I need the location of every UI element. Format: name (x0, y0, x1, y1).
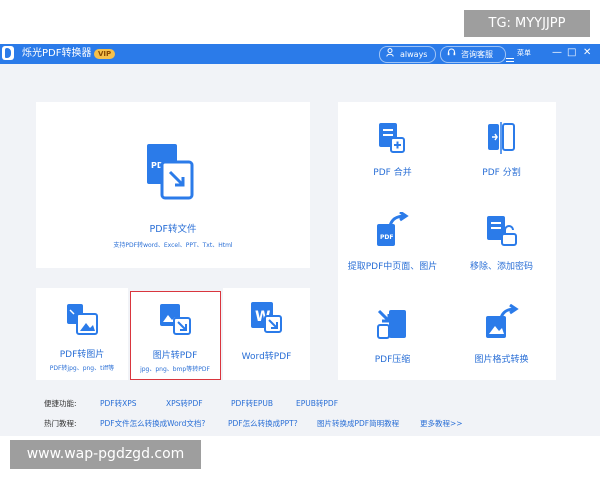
app-logo-icon (2, 46, 14, 60)
tool-description: jpg、png、bmp等转PDF (140, 366, 210, 373)
tutorials-row: 热门教程: PDF文件怎么转换成Word文档? PDF怎么转换成PPT? 图片转… (44, 418, 584, 430)
tool-extract-pages[interactable]: PDF 提取PDF中页面、图片 (338, 202, 447, 282)
tool-label: 图片格式转换 (474, 355, 529, 365)
minimize-button[interactable]: — (552, 46, 562, 60)
tool-label: PDF 合并 (373, 168, 412, 178)
shortcuts-label: 便捷功能: (44, 399, 77, 408)
lock-document-icon (485, 214, 519, 252)
tool-label: 提取PDF中页面、图片 (347, 262, 438, 272)
customer-service-label: 咨询客服 (461, 50, 493, 59)
title-bar: 烁光PDF转换器 VIP always 咨询客服 菜单 — □ ✕ (0, 44, 600, 65)
pdf-to-image-icon (65, 302, 99, 340)
tool-card-image-to-pdf[interactable]: 图片转PDF jpg、png、bmp等转PDF (130, 291, 221, 380)
tool-pdf-merge[interactable]: PDF 合并 (338, 102, 447, 190)
tool-card-pdf-to-file[interactable]: PDF PDF转文件 支持PDF转word、Excel、PPT、Txt、Html (36, 102, 310, 268)
image-to-pdf-icon (158, 302, 192, 340)
tool-description: PDF转jpg、png、tiff等 (49, 365, 115, 372)
compress-icon (376, 308, 408, 344)
user-icon (386, 47, 394, 62)
tool-pdf-compress[interactable]: PDF压缩 (338, 292, 447, 380)
close-button[interactable]: ✕ (583, 46, 591, 60)
app-title: 烁光PDF转换器 (22, 48, 92, 59)
tool-card-pdf-to-image[interactable]: PDF转图片 PDF转jpg、png、tiff等 (36, 288, 128, 380)
tutorial-link[interactable]: 图片转换成PDF简明教程 (317, 418, 399, 429)
tutorial-link[interactable]: 更多教程>> (420, 418, 463, 429)
shortcut-link[interactable]: EPUB转PDF (296, 398, 338, 409)
tool-pdf-split[interactable]: PDF 分割 (447, 102, 556, 190)
vip-badge[interactable]: VIP (94, 49, 116, 59)
shortcut-link[interactable]: XPS转PDF (166, 398, 203, 409)
tutorials-label: 热门教程: (44, 419, 77, 428)
tool-label: PDF转文件 (149, 224, 197, 235)
pdf-convert-icon: PDF (145, 142, 195, 204)
watermark-badge: www.wap-pgdzgd.com (10, 440, 201, 469)
menu-button[interactable]: 菜单 (506, 48, 548, 65)
user-account-button[interactable]: always (379, 46, 436, 63)
tool-label: PDF转图片 (59, 350, 105, 360)
image-convert-icon (483, 303, 519, 344)
maximize-button[interactable]: □ (567, 46, 576, 60)
tool-card-word-to-pdf[interactable]: W Word转PDF (223, 288, 310, 380)
tool-label: 图片转PDF (152, 351, 198, 361)
tool-label: 移除、添加密码 (469, 262, 533, 272)
pdf-split-icon (486, 122, 516, 158)
shortcut-link[interactable]: PDF转EPUB (231, 398, 273, 409)
extract-pages-icon: PDF (374, 210, 410, 252)
tutorial-link[interactable]: PDF文件怎么转换成Word文档? (100, 418, 205, 429)
svg-text:PDF: PDF (380, 234, 393, 241)
tool-image-convert[interactable]: 图片格式转换 (447, 292, 556, 380)
tool-password[interactable]: 移除、添加密码 (447, 202, 556, 282)
pdf-merge-icon (377, 122, 407, 158)
tool-label: PDF 分割 (482, 168, 521, 178)
shortcuts-row: 便捷功能: PDF转XPS XPS转PDF PDF转EPUB EPUB转PDF (44, 398, 564, 410)
word-to-pdf-icon: W (249, 300, 283, 338)
tutorial-link[interactable]: PDF怎么转换成PPT? (228, 418, 298, 429)
menu-label: 菜单 (517, 49, 531, 57)
tg-badge: TG: MYYJJPP (464, 10, 590, 37)
tools-panel-right: PDF 合并 PDF 分割 PDF 提取PDF中页面、图片 移除、添加密码 PD… (338, 102, 556, 380)
tool-label: PDF压缩 (374, 355, 411, 365)
user-name: always (400, 50, 428, 59)
tool-description: 支持PDF转word、Excel、PPT、Txt、Html (113, 242, 233, 249)
shortcut-link[interactable]: PDF转XPS (100, 398, 137, 409)
headset-icon (447, 47, 456, 62)
customer-service-button[interactable]: 咨询客服 (440, 46, 506, 63)
tool-label: Word转PDF (241, 352, 292, 362)
